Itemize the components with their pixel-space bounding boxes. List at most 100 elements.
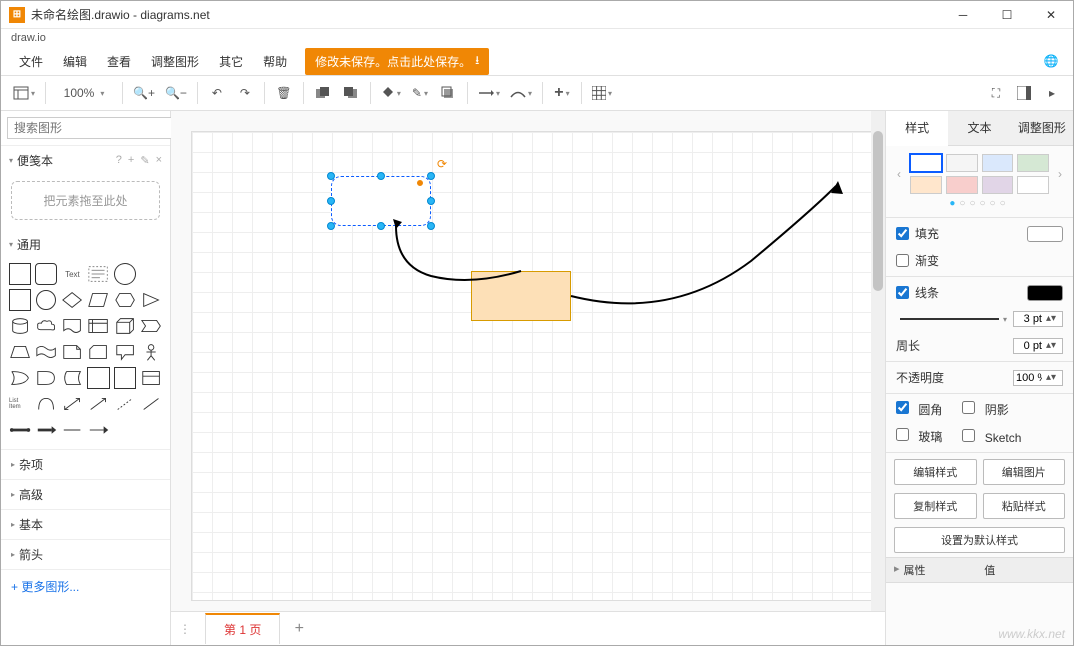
scratchpad-help[interactable]: ? (116, 154, 122, 167)
scrollbar-thumb[interactable] (873, 131, 883, 291)
swatch-prev[interactable]: ‹ (892, 167, 906, 181)
minimize-button[interactable]: ─ (941, 1, 985, 29)
connection-button[interactable]: ▾ (474, 80, 504, 106)
line-checkbox[interactable] (896, 286, 909, 299)
add-page-button[interactable]: + (284, 620, 314, 638)
glass-checkbox[interactable] (896, 428, 909, 441)
fill-checkbox[interactable] (896, 227, 909, 240)
perimeter-input[interactable]: ▴▾ (1013, 338, 1063, 354)
properties-header[interactable]: ▸ 属性 值 (886, 557, 1073, 583)
category-arrows[interactable]: ▸箭头 (1, 539, 170, 569)
line-color-chip[interactable] (1027, 285, 1063, 301)
shape-list-item[interactable]: List Item (9, 393, 31, 415)
scratchpad-dropzone[interactable]: 把元素拖至此处 (11, 181, 160, 220)
set-default-style-button[interactable]: 设置为默认样式 (894, 527, 1065, 553)
shape-link1[interactable] (9, 419, 31, 441)
redo-button[interactable]: ↷ (232, 80, 258, 106)
category-misc[interactable]: ▸杂项 (1, 449, 170, 479)
search-input[interactable] (7, 117, 175, 139)
shape-document[interactable] (61, 315, 83, 337)
shape-actor[interactable] (140, 341, 162, 363)
zoom-in-button[interactable]: 🔍+ (129, 80, 159, 106)
to-back-button[interactable] (338, 80, 364, 106)
category-advanced[interactable]: ▸高级 (1, 479, 170, 509)
shape-line[interactable] (140, 393, 162, 415)
shape-text[interactable]: Text (61, 263, 83, 285)
close-button[interactable]: ✕ (1029, 1, 1073, 29)
shape-dashed[interactable] (114, 393, 136, 415)
shape-note[interactable] (61, 341, 83, 363)
shadow-checkbox[interactable] (962, 401, 975, 414)
shape-and[interactable] (35, 367, 57, 389)
shape-hexagon[interactable] (114, 289, 136, 311)
shape-step[interactable] (140, 315, 162, 337)
shape-arrow[interactable] (87, 393, 109, 415)
color-swatch[interactable] (946, 154, 978, 172)
shape-card[interactable] (87, 341, 109, 363)
fullscreen-button[interactable]: ⛶ (983, 80, 1009, 106)
resize-handle[interactable] (427, 222, 435, 230)
shape-or[interactable] (9, 367, 31, 389)
shape-ellipse[interactable] (114, 263, 136, 285)
tab-style[interactable]: 样式 (886, 111, 948, 146)
tab-arrange[interactable]: 调整图形 (1011, 111, 1073, 145)
waypoint-button[interactable]: ▾ (506, 80, 536, 106)
rotate-handle[interactable]: ⟳ (437, 157, 447, 167)
shape-square[interactable] (9, 289, 31, 311)
to-front-button[interactable] (310, 80, 336, 106)
menu-arrange[interactable]: 调整图形 (141, 49, 209, 74)
line-style-select[interactable]: ▾ (896, 315, 1007, 324)
edit-image-button[interactable]: 编辑图片 (983, 459, 1066, 485)
delete-button[interactable]: 🗑 (271, 80, 297, 106)
color-swatch[interactable] (1017, 176, 1049, 194)
swatch-next[interactable]: › (1053, 167, 1067, 181)
view-button[interactable]: ▾ (9, 80, 39, 106)
shape-diamond[interactable] (61, 289, 83, 311)
resize-handle[interactable] (327, 172, 335, 180)
resize-handle[interactable] (377, 172, 385, 180)
maximize-button[interactable]: ☐ (985, 1, 1029, 29)
shape-callout[interactable] (114, 341, 136, 363)
fill-color-chip[interactable] (1027, 226, 1063, 242)
paste-style-button[interactable]: 粘贴样式 (983, 493, 1066, 519)
shape-list[interactable] (140, 367, 162, 389)
gradient-checkbox[interactable] (896, 254, 909, 267)
menu-extras[interactable]: 其它 (209, 49, 253, 74)
language-button[interactable]: 🌐 (1037, 47, 1065, 75)
menu-file[interactable]: 文件 (9, 49, 53, 74)
page-tab-1[interactable]: 第 1 页 (205, 613, 280, 644)
line-color-button[interactable]: ✎▾ (407, 80, 433, 106)
line-width-input[interactable]: ▴▾ (1013, 311, 1063, 327)
shape-link2[interactable] (35, 419, 57, 441)
vertical-scrollbar[interactable] (871, 111, 885, 611)
resize-handle[interactable] (427, 172, 435, 180)
shape-rounded-rect[interactable] (35, 263, 57, 285)
menu-view[interactable]: 查看 (97, 49, 141, 74)
shape-blank1[interactable] (140, 263, 162, 285)
color-swatch[interactable] (1017, 154, 1049, 172)
shape-link3[interactable] (61, 419, 83, 441)
swatch-pager[interactable]: ●○○○○○ (886, 196, 1073, 215)
resize-handle[interactable] (327, 197, 335, 205)
resize-handle[interactable] (377, 222, 385, 230)
insert-button[interactable]: +▾ (549, 80, 575, 106)
scratchpad-close[interactable]: × (156, 154, 162, 167)
category-basic[interactable]: ▸基本 (1, 509, 170, 539)
shape-data-storage[interactable] (61, 367, 83, 389)
shape-container2[interactable] (114, 367, 136, 389)
color-swatch[interactable] (910, 176, 942, 194)
unsaved-warning[interactable]: 修改未保存。点击此处保存。 ⭳ (305, 48, 489, 75)
scratchpad-edit[interactable]: ✎ (140, 154, 149, 167)
format-panel-toggle[interactable] (1011, 80, 1037, 106)
edit-style-button[interactable]: 编辑样式 (894, 459, 977, 485)
shape-cube[interactable] (114, 315, 136, 337)
color-swatch[interactable] (982, 176, 1014, 194)
shape-circle[interactable] (36, 290, 56, 310)
shape-link4[interactable] (87, 419, 109, 441)
scratchpad-header[interactable]: ▾ 便笺本 ? + ✎ × (1, 146, 170, 175)
color-swatch[interactable] (982, 154, 1014, 172)
undo-button[interactable]: ↶ (204, 80, 230, 106)
shape-rect[interactable] (9, 263, 31, 285)
shape-parallelogram[interactable] (87, 289, 109, 311)
shape-textbox[interactable] (87, 263, 109, 285)
